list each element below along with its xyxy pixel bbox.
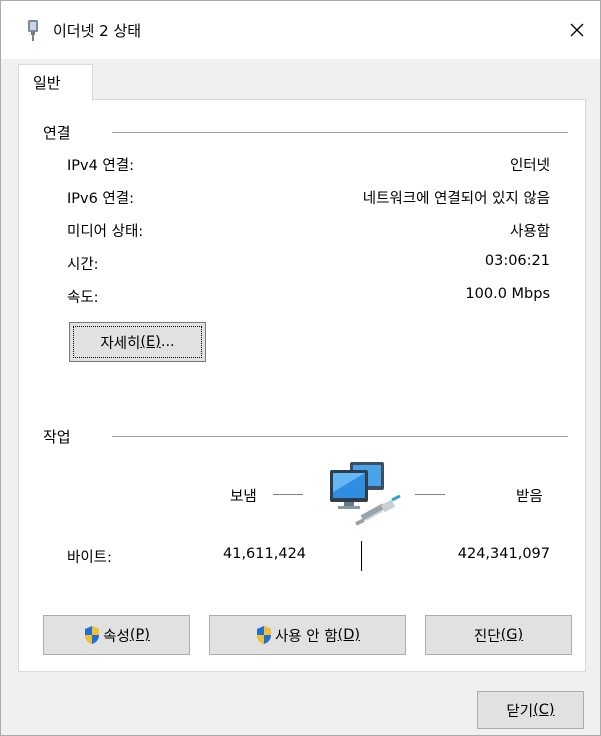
- close-button-label: 닫기: [506, 703, 534, 720]
- details-button-ellipsis: ...: [160, 334, 175, 350]
- ipv6-label: IPv6 연결:: [67, 191, 135, 207]
- media-state-value: 사용함: [509, 224, 550, 240]
- details-button-label: 자세히: [100, 335, 141, 352]
- media-state-label: 미디어 상태:: [67, 224, 144, 240]
- duration-label: 시간:: [67, 257, 99, 273]
- close-button[interactable]: 닫기 (C): [477, 691, 584, 729]
- diagnose-button[interactable]: 진단 (G): [425, 615, 572, 655]
- bytes-label: 바이트:: [67, 550, 112, 566]
- network-computers-icon: [330, 462, 401, 526]
- diagnose-button-mnemonic: (G): [500, 627, 524, 643]
- speed-label: 속도:: [67, 290, 99, 306]
- bytes-separator: [361, 541, 362, 571]
- properties-button[interactable]: 속성 (P): [43, 615, 190, 655]
- ipv6-value: 네트워크에 연결되어 있지 않음: [362, 191, 550, 207]
- connection-section-title: 연결: [43, 124, 71, 142]
- disable-button-mnemonic: (D): [337, 627, 361, 643]
- close-button-mnemonic: (C): [533, 702, 555, 718]
- speed-value: 100.0 Mbps: [465, 286, 550, 302]
- sent-line: [273, 494, 303, 495]
- title-bar: 이더넷 2 상태: [1, 1, 600, 59]
- properties-button-mnemonic: (P): [129, 627, 150, 643]
- diagnose-button-label: 진단: [473, 628, 501, 645]
- network-adapter-icon: [28, 20, 38, 41]
- uac-shield-icon: [256, 626, 271, 644]
- received-label: 받음: [516, 489, 543, 505]
- ipv4-value: 인터넷: [509, 158, 550, 174]
- close-icon: [570, 23, 584, 37]
- bytes-sent-value: 41,611,424: [223, 546, 307, 562]
- details-button[interactable]: 자세히 (E)...: [69, 322, 206, 362]
- activity-section-title: 작업: [43, 428, 71, 446]
- uac-shield-icon: [85, 626, 100, 644]
- window-title: 이더넷 2 상태: [53, 22, 142, 40]
- close-window-button[interactable]: [554, 1, 600, 59]
- received-line: [415, 494, 445, 495]
- sent-label: 보냄: [230, 489, 257, 505]
- details-button-mnemonic: (E): [140, 334, 161, 350]
- ipv4-label: IPv4 연결:: [67, 158, 135, 174]
- disable-button[interactable]: 사용 안 함 (D): [209, 615, 406, 655]
- general-panel: [18, 99, 586, 672]
- disable-button-label: 사용 안 함: [274, 628, 338, 645]
- bytes-received-value: 424,341,097: [457, 546, 550, 562]
- tab-general[interactable]: 일반: [18, 64, 93, 101]
- activity-divider: [112, 436, 568, 437]
- properties-button-label: 속성: [103, 628, 130, 645]
- connection-divider: [112, 132, 568, 133]
- dialog-window: 이더넷 2 상태 일반 연결 IPv4 연결: 인터넷 IPv6 연결: 네트워…: [0, 0, 601, 736]
- duration-value: 03:06:21: [484, 253, 550, 269]
- tab-general-label: 일반: [33, 74, 61, 92]
